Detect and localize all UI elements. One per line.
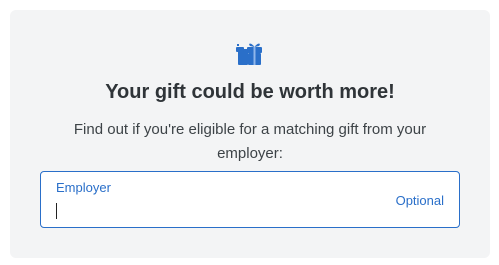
optional-label: Optional [395, 193, 444, 208]
matching-gift-card: Your gift could be worth more! Find out … [10, 10, 490, 258]
gift-icon [234, 41, 266, 67]
card-title: Your gift could be worth more! [105, 81, 395, 103]
employer-field[interactable]: Employer Optional [40, 171, 460, 228]
text-caret [56, 203, 57, 219]
card-description: Find out if you're eligible for a matchi… [73, 121, 427, 162]
employer-field-label: Employer [56, 180, 111, 195]
